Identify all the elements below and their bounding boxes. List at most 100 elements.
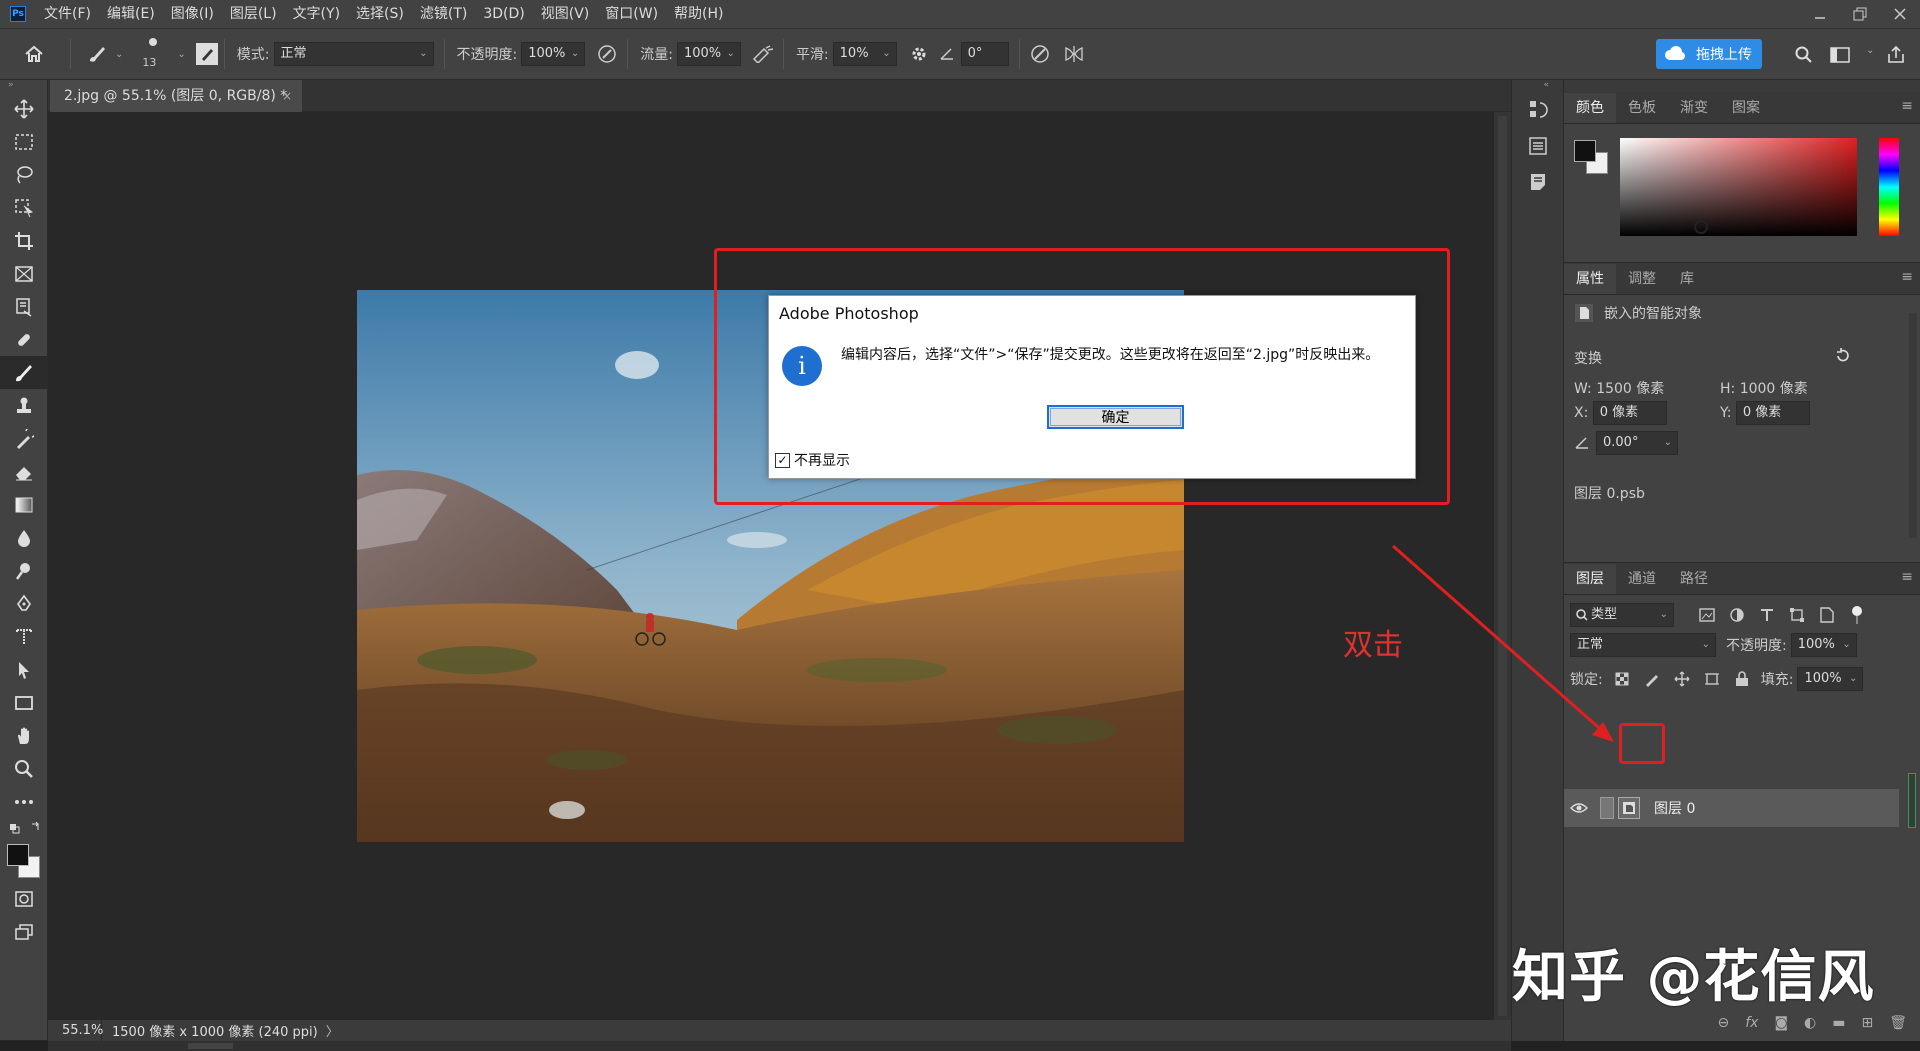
pressure-opacity-icon[interactable] [593,40,621,68]
upload-button[interactable]: 拖拽上传 [1656,39,1762,69]
tab-paths[interactable]: 路径 [1668,564,1720,594]
chevron-down-icon[interactable]: ⌄ [115,49,123,60]
zoom-level[interactable]: 55.1% [48,1020,103,1041]
tab-adjustments[interactable]: 调整 [1616,264,1668,294]
menu-image[interactable]: 图像(I) [163,0,222,28]
minimize-button[interactable] [1800,0,1840,28]
history-brush-tool-icon[interactable] [0,422,48,455]
rotation-field[interactable]: 0.00° ⌄ [1596,431,1678,455]
fx-icon[interactable]: fx [1745,1015,1758,1031]
gradient-tool-icon[interactable] [0,488,48,521]
gear-icon[interactable] [905,40,933,68]
screen-mode-icon[interactable] [0,915,48,948]
move-tool-icon[interactable] [0,92,48,125]
menu-3d[interactable]: 3D(D) [475,0,532,28]
filter-pixel-icon[interactable] [1696,604,1718,626]
restore-button[interactable] [1840,0,1880,28]
filter-shape-icon[interactable] [1786,604,1808,626]
marquee-tool-icon[interactable] [0,125,48,158]
checkbox[interactable]: ✓ [775,452,790,468]
foreground-color-swatch[interactable] [7,844,29,866]
history-panel-icon[interactable] [1512,92,1564,128]
smart-object-thumbnail[interactable] [1618,797,1640,819]
scrollbar-thumb[interactable] [188,1043,233,1049]
workspace-icon[interactable] [1826,41,1854,69]
chevron-down-icon[interactable]: ⌄ [177,49,185,60]
x-position-field[interactable]: 0 像素 [1592,401,1667,425]
brush-settings-icon[interactable] [195,43,218,65]
notes-panel-icon[interactable] [1512,164,1564,200]
close-tab-icon[interactable]: × [282,80,292,112]
menu-layer[interactable]: 图层(L) [222,0,285,28]
lock-transparent-icon[interactable] [1611,668,1633,690]
quick-mask-icon[interactable] [0,882,48,915]
dodge-tool-icon[interactable] [0,554,48,587]
status-arrow-icon[interactable]: 〉 [326,1021,339,1040]
panel-scrollbar[interactable] [1908,773,1916,828]
adjustment-layer-icon[interactable]: ◐ [1804,1015,1816,1031]
layer-name[interactable]: 图层 0 [1654,798,1695,818]
panel-menu-icon[interactable]: ≡ [1901,98,1913,114]
symmetry-icon[interactable] [1060,40,1088,68]
tab-patterns[interactable]: 图案 [1720,93,1772,123]
lasso-tool-icon[interactable] [0,158,48,191]
filter-adjustment-icon[interactable] [1726,604,1748,626]
layer-filter-select[interactable]: 类型 ⌄ [1570,603,1674,627]
trash-icon[interactable]: 🗑 [1889,1015,1907,1031]
default-colors-icon[interactable] [0,818,48,840]
horizontal-scrollbar[interactable] [48,1041,1511,1051]
menu-edit[interactable]: 编辑(E) [99,0,163,28]
y-position-field[interactable]: 0 像素 [1735,401,1810,425]
dont-show-again-row[interactable]: ✓ 不再显示 [775,450,850,470]
tab-gradients[interactable]: 渐变 [1668,93,1720,123]
close-window-button[interactable] [1880,0,1920,28]
object-select-tool-icon[interactable] [0,191,48,224]
collapse-toolbar-icon[interactable]: » [0,80,47,92]
path-select-tool-icon[interactable] [0,653,48,686]
panel-menu-icon[interactable]: ≡ [1901,269,1913,285]
share-icon[interactable] [1882,41,1910,69]
eye-icon[interactable] [1564,802,1594,814]
menu-type[interactable]: 文字(Y) [285,0,348,28]
mode-select[interactable]: 正常 ⌄ [273,42,434,66]
home-icon[interactable] [20,40,48,68]
tab-layers[interactable]: 图层 [1564,564,1616,594]
color-picker-cursor[interactable] [1694,220,1708,234]
angle-field[interactable]: 0° [960,42,1009,66]
menu-file[interactable]: 文件(F) [36,0,99,28]
menu-select[interactable]: 选择(S) [348,0,412,28]
airbrush-icon[interactable] [749,40,777,68]
type-tool-icon[interactable] [0,620,48,653]
layer-item[interactable]: 图层 0 [1564,789,1899,827]
panel-menu-icon[interactable]: ≡ [1901,569,1913,585]
color-swatches[interactable] [0,840,48,882]
pen-tool-icon[interactable] [0,587,48,620]
more-tools-icon[interactable] [0,785,48,818]
crop-tool-icon[interactable] [0,224,48,257]
reset-transform-icon[interactable] [1834,347,1852,365]
opacity-field[interactable]: 100% ⌄ [521,42,586,66]
rectangle-tool-icon[interactable] [0,686,48,719]
brush-tool-icon[interactable] [83,40,111,68]
chevron-down-icon[interactable]: ⌄ [1866,45,1874,56]
lock-pixels-icon[interactable] [1641,668,1663,690]
tab-properties[interactable]: 属性 [1564,264,1616,294]
filter-toggle-icon[interactable] [1846,604,1868,626]
menu-window[interactable]: 窗口(W) [597,0,666,28]
ok-button[interactable]: 确定 [1047,405,1184,429]
document-tab[interactable]: 2.jpg @ 55.1% (图层 0, RGB/8) * × [50,80,302,112]
new-layer-icon[interactable]: ⊞ [1861,1015,1873,1031]
fill-field[interactable]: 100% ⌄ [1797,667,1864,691]
lock-artboard-icon[interactable] [1701,668,1723,690]
brush-preset-picker[interactable]: 13 [137,32,173,76]
blend-mode-select[interactable]: 正常 ⌄ [1570,633,1716,657]
new-group-icon[interactable]: ▬ [1832,1015,1845,1031]
smoothing-field[interactable]: 10% ⌄ [832,42,897,66]
add-mask-icon[interactable]: ◙ [1774,1015,1788,1031]
link-layers-icon[interactable]: ⊖ [1717,1015,1729,1031]
panel-scrollbar[interactable] [1909,313,1917,538]
hue-slider[interactable] [1879,138,1899,236]
hand-tool-icon[interactable] [0,719,48,752]
lock-position-icon[interactable] [1671,668,1693,690]
tab-libraries[interactable]: 库 [1668,264,1706,294]
